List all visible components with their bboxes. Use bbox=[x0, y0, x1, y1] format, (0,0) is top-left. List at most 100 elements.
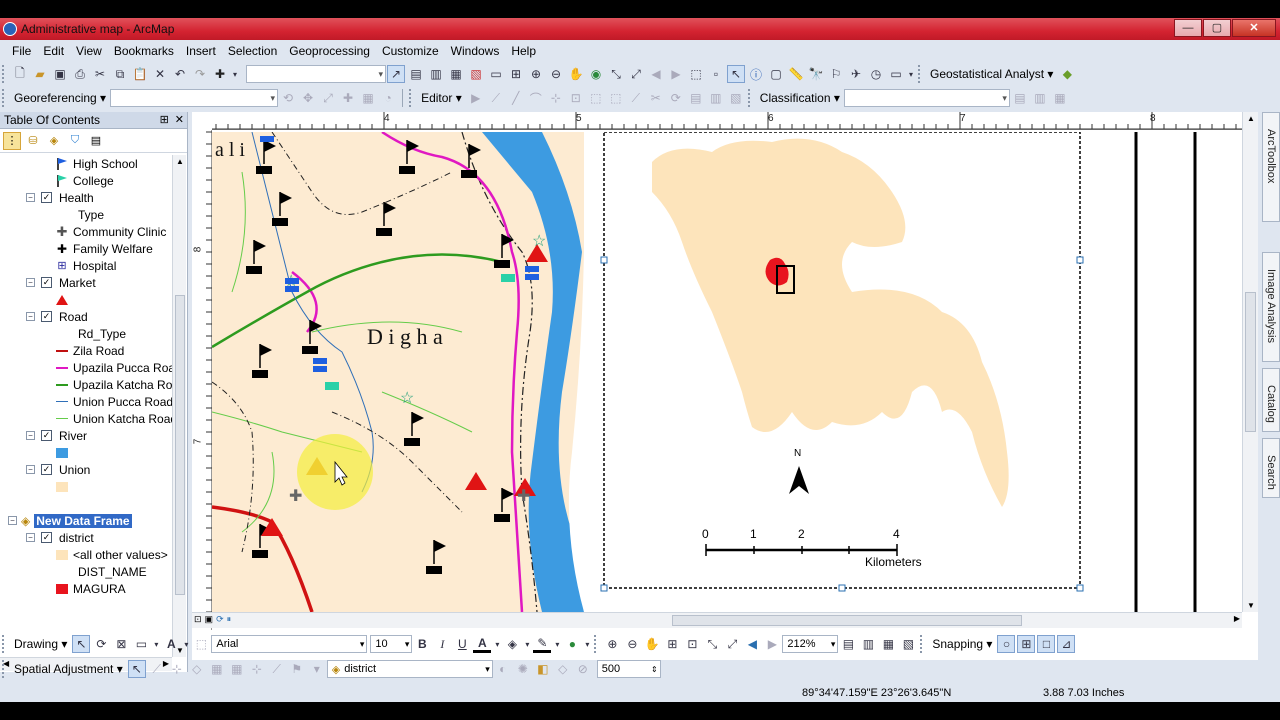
menu-file[interactable]: File bbox=[6, 44, 37, 58]
toc-close-icon[interactable]: ✕ bbox=[175, 113, 184, 126]
menu-edit[interactable]: Edit bbox=[37, 44, 70, 58]
collapse-icon[interactable]: − bbox=[26, 278, 35, 287]
reshape-icon[interactable]: ⬚ bbox=[607, 89, 625, 107]
toggle-draft-mode-icon[interactable]: ▤ bbox=[839, 635, 857, 653]
layer-visibility-checkbox[interactable]: ✓ bbox=[41, 464, 52, 475]
swipe-icon[interactable]: ◧ bbox=[534, 660, 552, 678]
copy-icon[interactable]: ⧉ bbox=[111, 65, 129, 83]
model-builder-icon[interactable]: ⊞ bbox=[507, 65, 525, 83]
attribute-transfer-icon[interactable]: ⚑ bbox=[288, 660, 306, 678]
font-size-dropdown-icon[interactable]: ▾ bbox=[405, 639, 410, 650]
new-identity-link-icon[interactable]: ▦ bbox=[208, 660, 226, 678]
map-canvas[interactable]: D i g h a a l i ☆☆☆✚✚ bbox=[211, 130, 1242, 613]
data-driven-pages-icon[interactable]: ▧ bbox=[899, 635, 917, 653]
html-popup-icon[interactable]: ▢ bbox=[767, 65, 785, 83]
next-extent-icon[interactable]: ▶ bbox=[763, 635, 781, 653]
data-view-icon[interactable]: ⊡ bbox=[194, 614, 202, 625]
catalog-icon[interactable]: ▥ bbox=[427, 65, 445, 83]
multiple-displacement-icon[interactable]: ◇ bbox=[188, 660, 206, 678]
view-link-table-icon[interactable]: ▾ bbox=[308, 660, 326, 678]
edge-match-icon[interactable]: ⟋ bbox=[268, 660, 286, 678]
sketch-properties-icon[interactable]: ▥ bbox=[707, 89, 725, 107]
layer-visibility-checkbox[interactable]: ✓ bbox=[41, 192, 52, 203]
toc-layer-row[interactable]: − ✓ Market bbox=[26, 274, 96, 291]
edit-annotation-icon[interactable]: ⟋ bbox=[487, 89, 505, 107]
bold-button[interactable]: B bbox=[413, 635, 431, 653]
trace-icon[interactable]: ⊹ bbox=[547, 89, 565, 107]
flicker-rate-spinner-icon[interactable]: ⇕ bbox=[651, 665, 658, 674]
refresh-icon[interactable]: ⟳ bbox=[216, 614, 224, 625]
tab-arctoolbox[interactable]: ArcToolbox bbox=[1262, 112, 1280, 222]
tab-catalog[interactable]: Catalog bbox=[1262, 368, 1280, 432]
new-icon[interactable]: 🗋 bbox=[11, 65, 29, 83]
toolbar-grip[interactable] bbox=[2, 635, 6, 653]
find-route-icon[interactable]: ⚐ bbox=[827, 65, 845, 83]
layout-vertical-scrollbar[interactable]: ▲ ▼ bbox=[1242, 112, 1258, 612]
point-snapping-icon[interactable]: ○ bbox=[997, 635, 1016, 653]
zoom-whole-page-icon[interactable]: ⊞ bbox=[663, 635, 681, 653]
toolbar-grip[interactable] bbox=[2, 89, 6, 107]
menu-geoprocessing[interactable]: Geoprocessing bbox=[283, 44, 376, 58]
font-color-icon[interactable]: A bbox=[473, 635, 492, 653]
arcmap-app-icon[interactable] bbox=[3, 22, 17, 36]
flicker-rate-input[interactable]: 500 ⇕ bbox=[596, 660, 661, 678]
list-by-visibility-icon[interactable]: ◈ bbox=[45, 132, 63, 150]
redo-icon[interactable]: ↷ bbox=[191, 65, 209, 83]
search-window-icon[interactable]: ▦ bbox=[447, 65, 465, 83]
zoom-in-page-icon[interactable]: ⊕ bbox=[603, 635, 621, 653]
collapse-icon[interactable]: − bbox=[26, 431, 35, 440]
zoom-dropdown-icon[interactable]: ▾ bbox=[831, 639, 836, 650]
collapse-icon[interactable]: − bbox=[26, 533, 35, 542]
endpoint-arc-icon[interactable]: ⌒ bbox=[527, 89, 545, 107]
main-data-frame[interactable]: D i g h a a l i ☆☆☆✚✚ bbox=[211, 130, 630, 613]
list-by-drawing-order-icon[interactable]: ⋮ bbox=[3, 131, 21, 150]
edit-vertices-icon[interactable]: ⬚ bbox=[587, 89, 605, 107]
add-data-dropdown-icon[interactable]: ▾ bbox=[231, 65, 239, 83]
layer-visibility-checkbox[interactable]: ✓ bbox=[41, 311, 52, 322]
layer-visibility-checkbox[interactable]: ✓ bbox=[41, 532, 52, 543]
print-icon[interactable]: ⎙ bbox=[71, 65, 89, 83]
full-extent-icon[interactable]: ◉ bbox=[587, 65, 605, 83]
tab-image-analysis[interactable]: Image Analysis bbox=[1262, 252, 1280, 362]
zoom-percent-combo[interactable]: 212% ▾ bbox=[782, 635, 839, 653]
zoom-to-selected-icon[interactable]: ⊠ bbox=[112, 635, 130, 653]
open-icon[interactable]: ▰ bbox=[31, 65, 49, 83]
toolbar-grip[interactable] bbox=[920, 635, 924, 653]
back-extent-icon[interactable]: ◀ bbox=[647, 65, 665, 83]
menu-windows[interactable]: Windows bbox=[445, 44, 506, 58]
list-by-selection-icon[interactable]: ⛉ bbox=[66, 132, 84, 150]
fixed-zoom-out-icon[interactable]: ⤢ bbox=[627, 65, 645, 83]
clear-limited-area-icon[interactable]: ⊹ bbox=[248, 660, 266, 678]
effects-icon[interactable]: ⊘ bbox=[574, 660, 592, 678]
adjust-layer-dropdown-icon[interactable]: ▾ bbox=[485, 664, 490, 675]
pan-page-icon[interactable]: ✋ bbox=[643, 635, 661, 653]
fixed-zoom-out-page-icon[interactable]: ⤢ bbox=[723, 635, 741, 653]
delete-icon[interactable]: ✕ bbox=[151, 65, 169, 83]
zoom-out-icon[interactable]: ⊖ bbox=[547, 65, 565, 83]
identify-icon[interactable]: ⓘ bbox=[747, 65, 765, 83]
inset-data-frame[interactable]: N 0 1 2 4 Kilometers bbox=[600, 131, 1084, 592]
toolbar-grip[interactable] bbox=[747, 89, 752, 107]
collapse-icon[interactable]: − bbox=[8, 516, 17, 525]
toolbar-grip[interactable] bbox=[918, 65, 922, 83]
link-table-icon[interactable]: ▦ bbox=[359, 89, 377, 107]
menu-bookmarks[interactable]: Bookmarks bbox=[108, 44, 180, 58]
select-features-icon[interactable]: ⬚ bbox=[687, 65, 705, 83]
scroll-down-icon[interactable]: ▼ bbox=[1247, 601, 1255, 610]
georeferencing-menu[interactable]: Georeferencing ▾ bbox=[10, 91, 110, 105]
contrast-icon[interactable]: ◐ bbox=[494, 660, 512, 678]
straight-segment-icon[interactable]: ╱ bbox=[507, 89, 525, 107]
layout-hscroll-thumb[interactable] bbox=[672, 615, 1022, 626]
fill-color-dropdown-icon[interactable]: ▾ bbox=[523, 635, 531, 653]
toc-options-icon[interactable]: ▤ bbox=[87, 132, 105, 150]
create-features-icon[interactable]: ▧ bbox=[727, 89, 745, 107]
layout-vscroll-thumb[interactable] bbox=[1245, 292, 1256, 432]
editor-toolbar-icon[interactable]: ↗ bbox=[387, 65, 405, 83]
select-elements-icon[interactable]: ↖ bbox=[727, 65, 745, 83]
line-color-dropdown-icon[interactable]: ▾ bbox=[553, 635, 561, 653]
vertex-snapping-icon[interactable]: □ bbox=[1037, 635, 1056, 653]
toolbar-grip[interactable] bbox=[2, 65, 6, 83]
scroll-up-icon[interactable]: ▲ bbox=[1247, 114, 1255, 123]
fixed-zoom-in-icon[interactable]: ⤡ bbox=[607, 65, 625, 83]
fixed-zoom-in-page-icon[interactable]: ⤡ bbox=[703, 635, 721, 653]
